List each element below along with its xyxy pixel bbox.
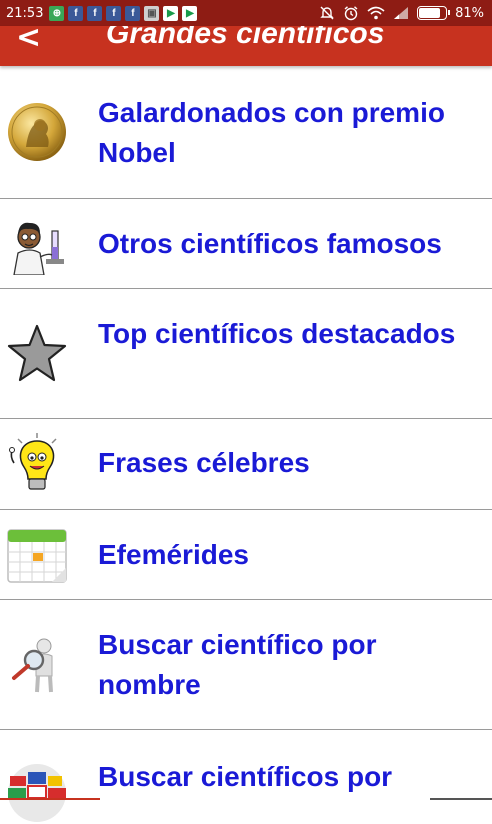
app-bar: < Grandes científicos bbox=[0, 26, 492, 66]
menu-item-label: Buscar científicos por bbox=[98, 761, 393, 792]
facebook-icon: f bbox=[68, 5, 84, 21]
play-store-icon: ▶ bbox=[163, 5, 179, 21]
menu-item-label: Otros científicos famosos bbox=[98, 228, 442, 259]
battery-icon bbox=[417, 6, 451, 20]
star-icon bbox=[6, 323, 68, 385]
menu-item-label: Frases célebres bbox=[98, 447, 310, 478]
facebook-icon: f bbox=[87, 5, 103, 21]
menu-item-efemerides[interactable]: Efemérides bbox=[0, 510, 492, 600]
menu-item-buscar-por[interactable]: Buscar científicos por bbox=[0, 730, 492, 822]
menu-item-buscar-nombre[interactable]: Buscar científico por nombre bbox=[0, 600, 492, 730]
image-notification-icon: ▣ bbox=[144, 5, 160, 21]
globe-flags-icon bbox=[6, 762, 68, 824]
facebook-icon: f bbox=[125, 5, 141, 21]
lightbulb-icon bbox=[6, 433, 68, 495]
menu-item-top-cientificos[interactable]: Top científicos destacados bbox=[0, 289, 492, 419]
signal-icon bbox=[394, 7, 409, 19]
battery-level bbox=[419, 8, 441, 18]
back-button[interactable]: < bbox=[16, 26, 41, 55]
calendar-icon bbox=[6, 524, 68, 586]
magnifier-icon bbox=[6, 634, 68, 696]
scientist-icon bbox=[6, 213, 68, 275]
page-title: Grandes científicos bbox=[106, 26, 385, 50]
status-time: 21:53 bbox=[6, 5, 44, 21]
notification-icons: ⊕ f f f f ▣ ▶ ▶ bbox=[49, 5, 198, 21]
no-notifications-icon bbox=[320, 6, 334, 20]
menu-item-nobel[interactable]: Galardonados con premio Nobel bbox=[0, 66, 492, 199]
nobel-medal-icon bbox=[6, 101, 68, 163]
menu-item-label: Buscar científico por nombre bbox=[98, 629, 377, 700]
menu-item-label: Galardonados con premio Nobel bbox=[98, 97, 445, 168]
alarm-icon bbox=[344, 6, 358, 21]
menu-item-label: Top científicos destacados bbox=[98, 318, 456, 349]
wifi-icon bbox=[367, 6, 385, 20]
play-store-icon: ▶ bbox=[182, 5, 198, 21]
menu-item-label: Efemérides bbox=[98, 539, 249, 570]
menu-item-otros-cientificos[interactable]: Otros científicos famosos bbox=[0, 199, 492, 289]
facebook-icon: f bbox=[106, 5, 122, 21]
battery-percent: 81% bbox=[455, 5, 484, 21]
status-bar: 21:53 ⊕ f f f f ▣ ▶ ▶ 81% bbox=[0, 0, 492, 26]
menu-item-frases-celebres[interactable]: Frases célebres bbox=[0, 419, 492, 510]
app-notification-icon: ⊕ bbox=[49, 5, 65, 21]
